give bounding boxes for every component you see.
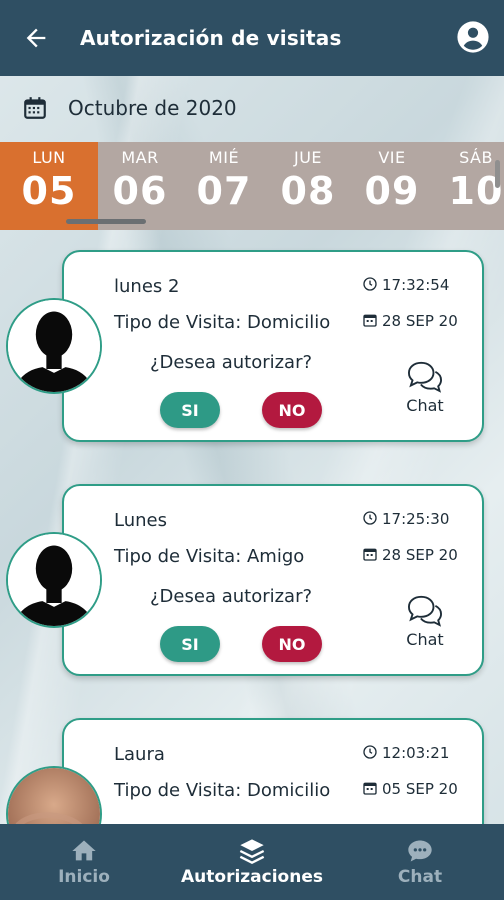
profile-button[interactable]: [456, 20, 490, 54]
account-circle-icon: [457, 21, 489, 53]
approve-button[interactable]: SI: [160, 626, 220, 662]
day-strip[interactable]: LUN 05 MAR 06 MIÉ 07 JUE 08 VIE 09 SÁB 1…: [0, 142, 504, 230]
day-number: 09: [364, 169, 420, 213]
person-silhouette-icon: [8, 534, 100, 626]
day-item-mie[interactable]: MIÉ 07: [182, 142, 266, 230]
avatar: [6, 298, 102, 394]
chat-label: Chat: [406, 630, 444, 649]
nav-label: Chat: [397, 867, 443, 887]
day-name: JUE: [293, 148, 323, 167]
calendar-icon: [363, 314, 377, 327]
approve-button[interactable]: SI: [160, 392, 220, 428]
day-item-vie[interactable]: VIE 09: [350, 142, 434, 230]
back-button[interactable]: [16, 18, 56, 58]
day-name: VIE: [378, 148, 406, 167]
vertical-scrollbar[interactable]: [495, 160, 500, 188]
nav-item-inicio[interactable]: Inicio: [0, 824, 168, 900]
home-icon: [72, 840, 96, 861]
chat-button[interactable]: Chat: [402, 594, 448, 649]
visitor-name: Laura: [114, 744, 165, 765]
visit-card: Lunes Tipo de Visita: Amigo 17:25:30 28 …: [62, 484, 484, 676]
chat-icon: [407, 361, 443, 393]
nav-label: Autorizaciones: [181, 867, 323, 887]
page-title: Autorización de visitas: [80, 26, 342, 50]
reject-button[interactable]: NO: [262, 626, 322, 662]
visit-type: Tipo de Visita: Domicilio: [114, 780, 331, 801]
visit-type: Tipo de Visita: Amigo: [114, 546, 305, 567]
clock-icon: [363, 511, 377, 525]
clock-icon: [363, 277, 377, 291]
month-selector[interactable]: Octubre de 2020: [0, 78, 504, 138]
person-silhouette-icon: [8, 300, 100, 392]
day-name: SÁB: [459, 148, 493, 167]
visit-date: 05 SEP 20: [382, 780, 458, 798]
calendar-icon: [363, 548, 377, 561]
authorize-question: ¿Desea autorizar?: [150, 586, 313, 607]
chat-label: Chat: [406, 396, 444, 415]
arrow-left-icon: [26, 28, 46, 48]
chat-icon: [407, 595, 443, 627]
day-item-mar[interactable]: MAR 06: [98, 142, 182, 230]
day-strip-scrollbar[interactable]: [66, 219, 146, 224]
day-number: 06: [112, 169, 168, 213]
visit-date: 28 SEP 20: [382, 546, 458, 564]
bottom-navigation: Inicio Autorizaciones Chat: [0, 824, 504, 900]
day-number: 07: [196, 169, 252, 213]
visit-time: 17:25:30: [382, 510, 450, 528]
visit-card: lunes 2 Tipo de Visita: Domicilio 17:32:…: [62, 250, 484, 442]
visitor-name: lunes 2: [114, 276, 180, 297]
nav-item-autorizaciones[interactable]: Autorizaciones: [168, 824, 336, 900]
chat-bubble-icon: [408, 840, 432, 862]
day-number: 05: [21, 169, 77, 213]
day-name: MIÉ: [208, 148, 240, 167]
day-item-jue[interactable]: JUE 08: [266, 142, 350, 230]
visitor-name: Lunes: [114, 510, 167, 531]
nav-label: Inicio: [58, 867, 110, 887]
clock-icon: [363, 745, 377, 759]
layers-icon: [239, 839, 265, 864]
day-number: 08: [280, 169, 336, 213]
authorize-question: ¿Desea autorizar?: [150, 352, 313, 373]
chat-button[interactable]: Chat: [402, 360, 448, 415]
visit-date: 28 SEP 20: [382, 312, 458, 330]
day-item-lun[interactable]: LUN 05: [0, 142, 98, 230]
day-item-sab[interactable]: SÁB 10: [434, 142, 504, 230]
visit-type: Tipo de Visita: Domicilio: [114, 312, 331, 333]
visit-time: 12:03:21: [382, 744, 450, 762]
nav-item-chat[interactable]: Chat: [336, 824, 504, 900]
calendar-icon: [24, 97, 46, 119]
day-name: MAR: [121, 148, 159, 167]
reject-button[interactable]: NO: [262, 392, 322, 428]
app-bar: Autorización de visitas: [0, 0, 504, 76]
calendar-icon: [363, 782, 377, 795]
month-label: Octubre de 2020: [68, 96, 237, 120]
visit-time: 17:32:54: [382, 276, 450, 294]
avatar: [6, 532, 102, 628]
day-name: LUN: [32, 148, 66, 167]
